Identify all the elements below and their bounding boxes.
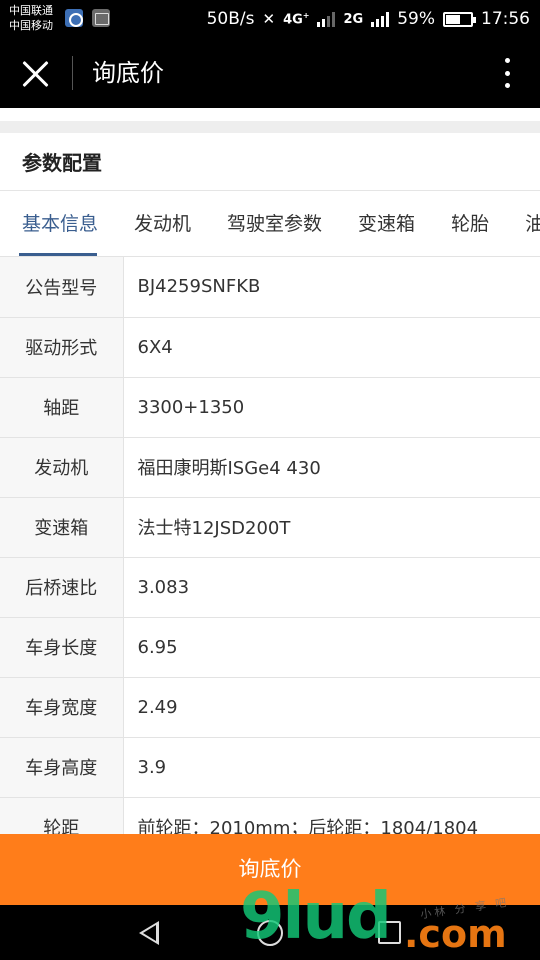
battery-fill	[446, 14, 461, 24]
network-2g-icon: 2G	[343, 11, 364, 27]
table-row: 驱动形式 6X4	[0, 317, 540, 378]
param-tabs[interactable]: 基本信息 发动机 驾驶室参数 变速箱 轮胎 油	[0, 191, 540, 257]
param-key: 车身长度	[0, 617, 124, 678]
param-value: 2.49	[123, 677, 540, 738]
tab-fuel[interactable]: 油	[507, 191, 540, 256]
param-value: 法士特12JSD200T	[123, 497, 540, 558]
param-value: 福田康明斯ISGe4 430	[123, 437, 540, 498]
main-content[interactable]: 参数配置 基本信息 发动机 驾驶室参数 变速箱 轮胎 油 公告型号 BJ4259…	[0, 108, 540, 834]
param-key: 后桥速比	[0, 557, 124, 618]
param-key: 车身宽度	[0, 677, 124, 738]
tab-cab-params[interactable]: 驾驶室参数	[209, 191, 340, 256]
signal-4g-icon	[317, 11, 336, 27]
tab-basic-info[interactable]: 基本信息	[0, 191, 116, 256]
top-spacer	[0, 108, 540, 121]
param-value: 6X4	[123, 317, 540, 378]
clock: 17:56	[481, 9, 530, 29]
image-notification-icon	[92, 9, 110, 27]
network-4g-icon: 4G+	[283, 10, 310, 28]
status-indicators: 50B/s ✕ 4G+ 2G 59% 17:56	[199, 0, 530, 38]
site-watermark-suffix: .com	[404, 912, 507, 956]
site-watermark-logo: 9lud	[240, 880, 392, 954]
section-separator	[0, 121, 540, 133]
param-key: 变速箱	[0, 497, 124, 558]
table-row: 变速箱 法士特12JSD200T	[0, 497, 540, 558]
carrier-info: 中国联通 中国移动	[9, 3, 53, 33]
param-key: 公告型号	[0, 257, 124, 318]
param-key: 发动机	[0, 437, 124, 498]
title-divider	[72, 56, 73, 90]
back-icon[interactable]	[139, 921, 159, 945]
table-row: 车身长度 6.95	[0, 617, 540, 678]
table-row: 车身高度 3.9	[0, 737, 540, 798]
mute-icon: ✕	[262, 10, 276, 28]
section-title: 参数配置	[0, 133, 540, 191]
status-bar: 中国联通 中国移动 50B/s ✕ 4G+ 2G 59% 17:56	[0, 0, 540, 38]
table-row: 发动机 福田康明斯ISGe4 430	[0, 437, 540, 498]
param-key: 驱动形式	[0, 317, 124, 378]
param-key: 轮距	[0, 797, 124, 834]
carrier-2-label: 中国移动	[9, 19, 53, 32]
signal-2g-icon	[371, 11, 390, 27]
network-speed: 50B/s	[206, 9, 255, 29]
table-row: 车身宽度 2.49	[0, 677, 540, 738]
table-row: 轴距 3300+1350	[0, 377, 540, 438]
battery-icon	[443, 11, 476, 27]
close-icon[interactable]	[20, 58, 52, 90]
param-value: 3.9	[123, 737, 540, 798]
app-notification-icon	[65, 9, 83, 27]
param-value: 3.083	[123, 557, 540, 618]
param-key: 轴距	[0, 377, 124, 438]
param-value: 前轮距：2010mm；后轮距：1804/1804	[123, 797, 540, 834]
param-value: 3300+1350	[123, 377, 540, 438]
tab-transmission[interactable]: 变速箱	[340, 191, 433, 256]
battery-percent: 59%	[397, 9, 435, 29]
title-bar: 询底价	[0, 38, 540, 108]
tab-tires[interactable]: 轮胎	[433, 191, 507, 256]
table-row: 公告型号 BJ4259SNFKB	[0, 257, 540, 318]
param-table: 公告型号 BJ4259SNFKB 驱动形式 6X4 轴距 3300+1350 发…	[0, 257, 540, 834]
param-value: BJ4259SNFKB	[123, 257, 540, 318]
table-row: 轮距 前轮距：2010mm；后轮距：1804/1804	[0, 797, 540, 834]
param-key: 车身高度	[0, 737, 124, 798]
more-options-icon[interactable]	[500, 56, 514, 90]
param-value: 6.95	[123, 617, 540, 678]
tab-engine[interactable]: 发动机	[116, 191, 209, 256]
page-title: 询底价	[92, 59, 164, 87]
table-row: 后桥速比 3.083	[0, 557, 540, 618]
carrier-1-label: 中国联通	[9, 4, 53, 17]
